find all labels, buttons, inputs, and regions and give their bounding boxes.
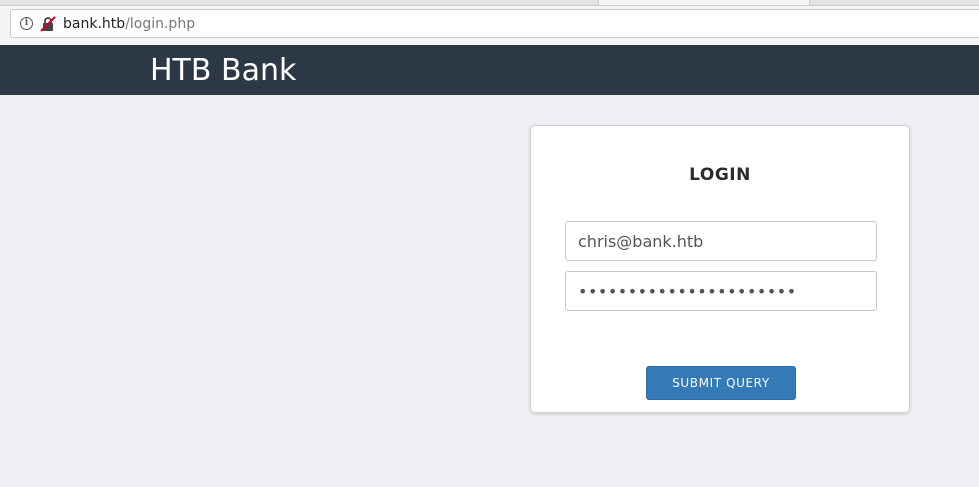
email-field[interactable] (565, 221, 877, 261)
submit-button[interactable]: SUBMIT QUERY (646, 366, 796, 400)
address-bar[interactable]: i bank.htb/login.php (10, 9, 979, 38)
login-heading: LOGIN (689, 165, 751, 185)
insecure-lock-icon[interactable] (40, 16, 56, 32)
login-card: LOGIN SUBMIT QUERY (530, 125, 910, 413)
url-text[interactable]: bank.htb/login.php (63, 16, 195, 32)
site-title[interactable]: HTB Bank (150, 53, 296, 89)
browser-chrome: i bank.htb/login.php (0, 0, 979, 46)
site-header: HTB Bank (0, 45, 979, 95)
active-tab[interactable] (598, 0, 810, 5)
info-icon[interactable]: i (20, 17, 33, 30)
url-host: bank.htb (63, 16, 126, 32)
password-field[interactable] (565, 271, 877, 311)
url-path: /login.php (125, 16, 196, 32)
tab-strip (0, 0, 979, 6)
